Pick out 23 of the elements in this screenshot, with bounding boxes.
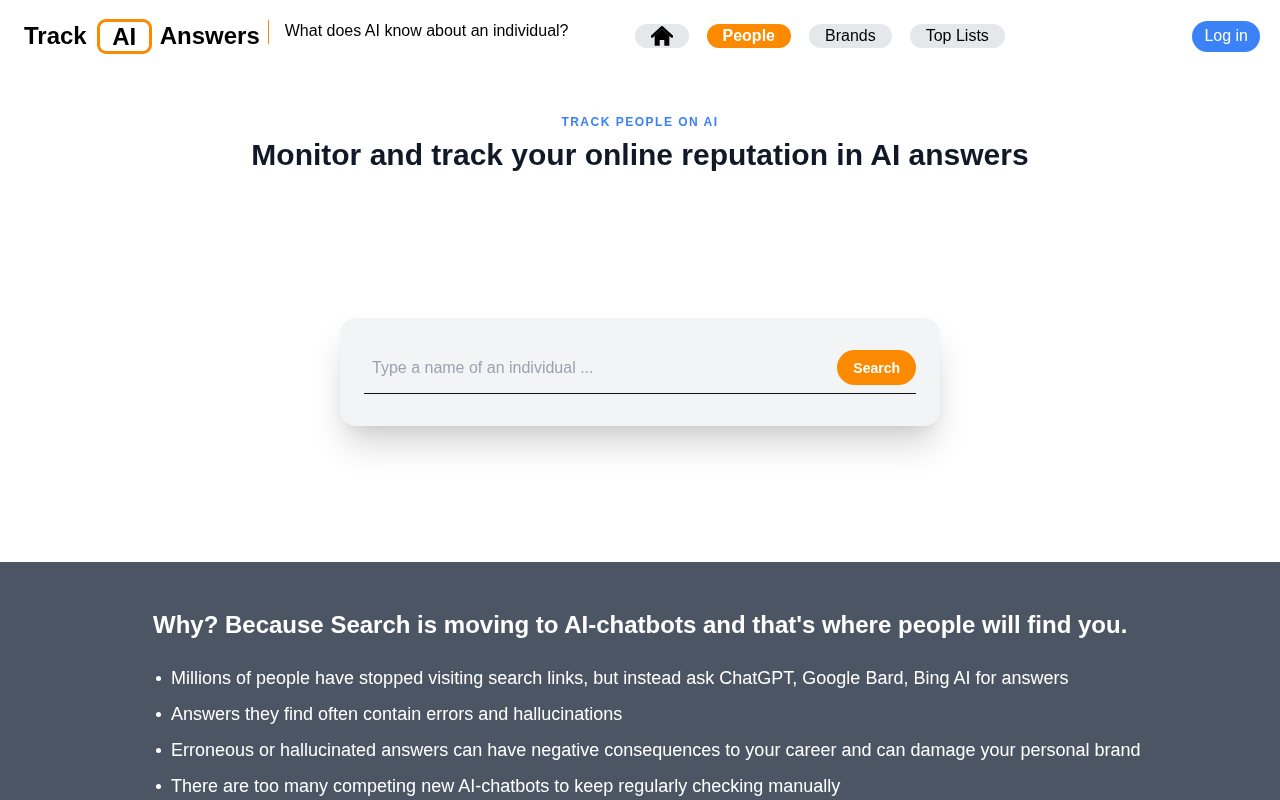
search-button[interactable]: Search	[837, 350, 916, 385]
list-item-text: Millions of people have stopped visiting search links, but instead ask ChatGPT, Google Bard, Bing AI for answers	[171, 667, 1069, 690]
section-heading: Why? Because Search is moving to AI-chatbots and that's where people will find you.	[153, 610, 1129, 640]
nav-tab[interactable]: Brands	[809, 24, 892, 48]
logo-badge: AI	[96, 18, 152, 54]
house-icon	[650, 26, 673, 46]
logo-text: Answers	[159, 22, 260, 50]
page-heading: Monitor and track your online reputation in AI answers	[251, 137, 1029, 173]
nav-tab[interactable]: People	[706, 24, 791, 48]
list-item-text: There are too many competing new AI-chatbots to keep regularly checking manually	[171, 775, 841, 798]
list-item-text: Answers they find often contain errors and hallucinations	[171, 703, 623, 726]
eyebrow-label: TRACK PEOPLE ON AI	[561, 114, 719, 130]
tagline: What does AI know about an individual?	[284, 22, 569, 40]
search-field[interactable]: Type a name of an individual ... Search	[364, 350, 916, 394]
login-button[interactable]: Log in	[1192, 20, 1260, 52]
logo-text: Track	[24, 22, 87, 50]
bullet-icon	[156, 711, 161, 717]
bullet-icon	[156, 675, 161, 681]
nav-tab[interactable]: Top Lists	[909, 24, 1005, 48]
bullet-icon	[156, 747, 161, 753]
home-button[interactable]	[634, 24, 689, 48]
bullet-icon	[156, 783, 161, 789]
list-item-text: Erroneous or hallucinated answers can have negative consequences to your career and can damage your personal brand	[171, 739, 1141, 762]
